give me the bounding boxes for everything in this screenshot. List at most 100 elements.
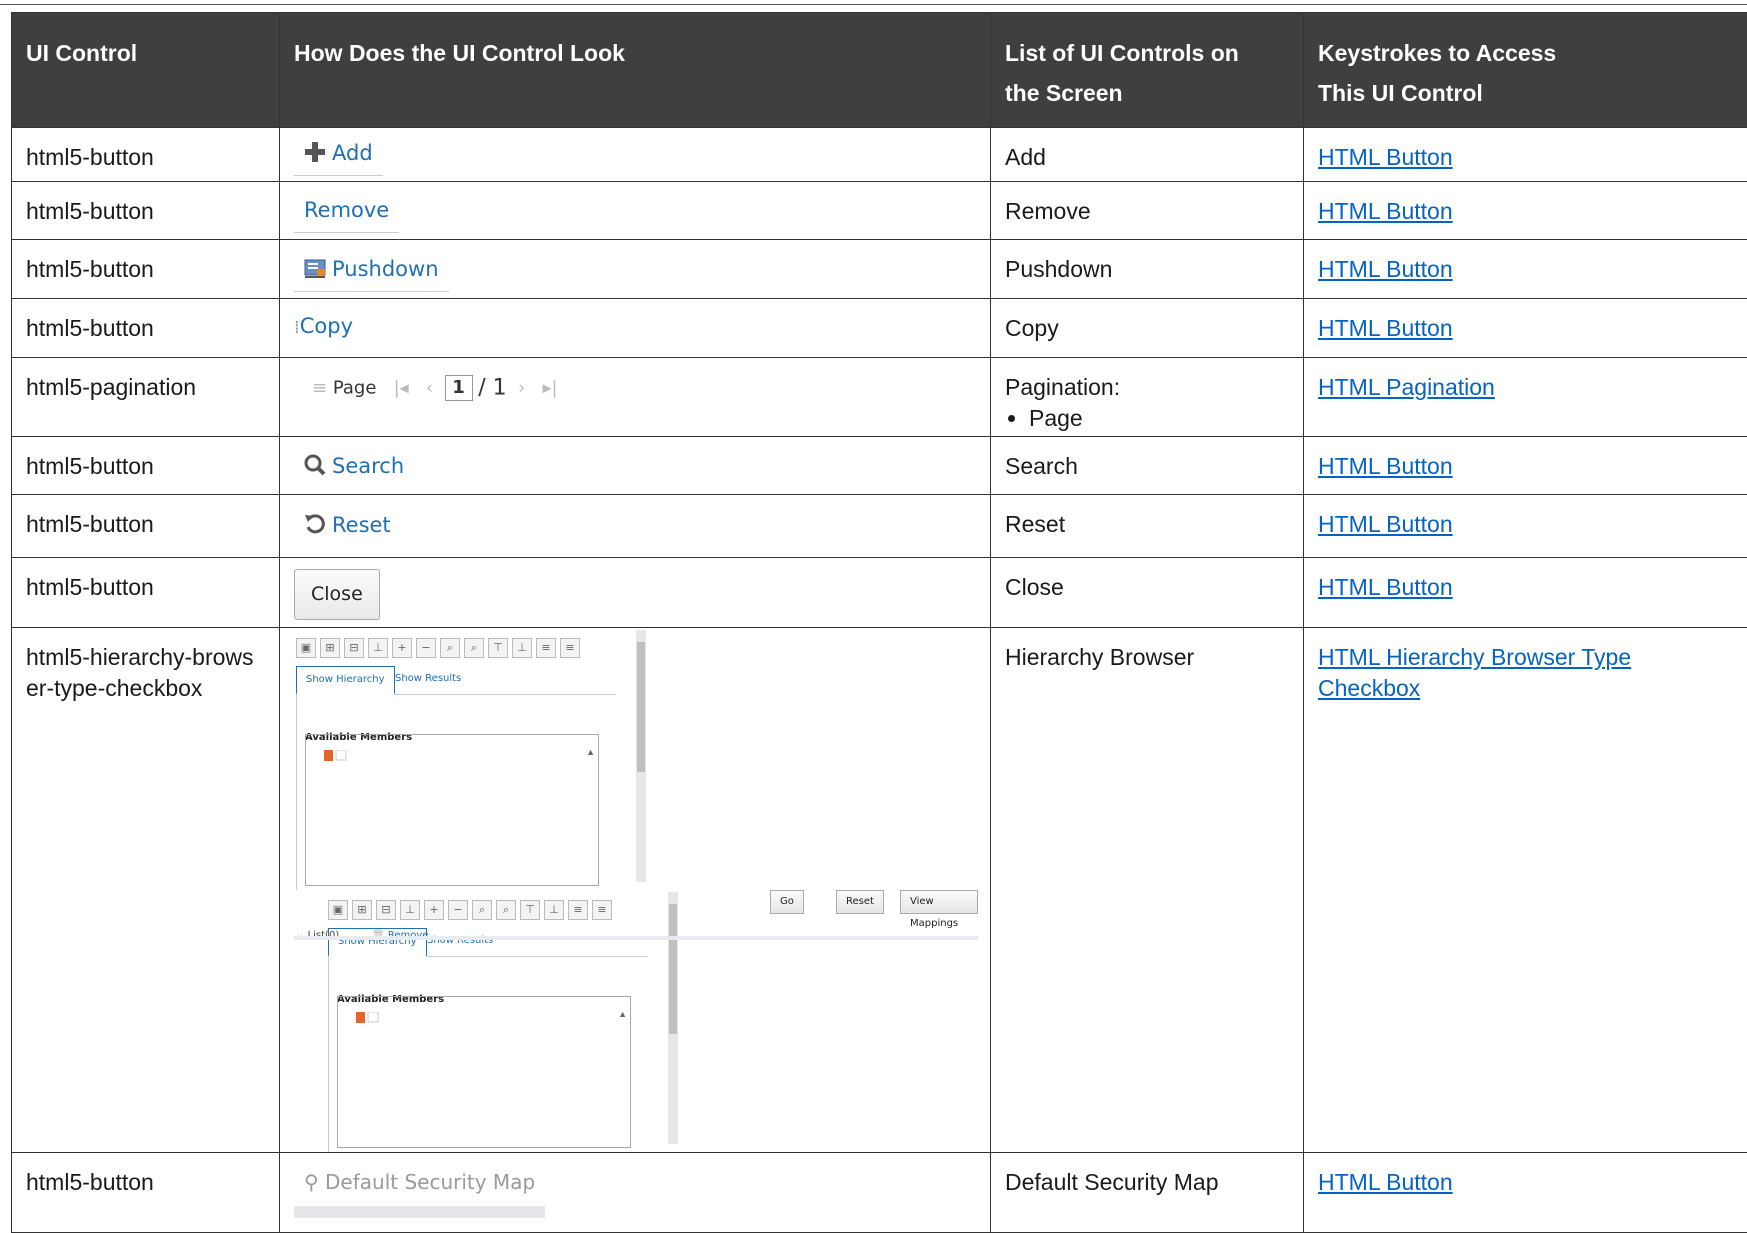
keys-cell: HTML Button — [1304, 558, 1747, 628]
list-cell: Remove — [991, 182, 1304, 240]
toolbar-hierarchy-icon[interactable]: ⊤ — [488, 638, 508, 658]
member-node[interactable] — [356, 1001, 380, 1032]
toolbar-find-icon[interactable]: ⌕ — [472, 900, 492, 920]
toolbar-find-icon[interactable]: ⌕ — [464, 638, 484, 658]
view-mappings-button[interactable]: View Mappings — [900, 890, 978, 914]
tab-show-results[interactable]: Show Results — [386, 666, 470, 692]
toolbar-doc-icon[interactable]: ▣ — [296, 638, 316, 658]
search-icon — [304, 454, 326, 476]
keys-cell: HTML Button — [1304, 299, 1747, 358]
toolbar-sort-icon[interactable]: ≡ — [560, 638, 580, 658]
toolbar-tree-icon[interactable]: ⊞ — [320, 638, 340, 658]
folder-icon — [356, 1012, 380, 1024]
last-page-icon[interactable]: ▸| — [542, 378, 557, 399]
reset-button[interactable]: Reset — [294, 508, 401, 547]
html-pagination-link[interactable]: HTML Pagination — [1318, 374, 1495, 400]
table-row: html5-button ⁞Copy Copy HTML Button — [12, 299, 1747, 358]
html-hierarchy-browser-link[interactable]: HTML Hierarchy Browser Type Checkbox — [1318, 644, 1631, 701]
pushdown-button[interactable]: Pushdown — [294, 252, 449, 292]
toolbar-sort-icon[interactable]: ≡ — [592, 900, 612, 920]
toolbar-chart-icon[interactable]: ⊥ — [368, 638, 388, 658]
hierarchy-browser-left: ▣⊞⊟⊥+−⌕⌕⊤⊥≡≡ Show Hierarchy Show Results… — [294, 628, 624, 890]
toolbar-find-icon[interactable]: ⌕ — [496, 900, 516, 920]
pagination: ≡ Page |◂ ‹ 1 / 1 › ▸| — [312, 372, 990, 404]
list-cell: Default Security Map — [991, 1153, 1304, 1233]
toolbar-find-icon[interactable]: ⌕ — [440, 638, 460, 658]
members-list[interactable]: ▲ — [337, 996, 631, 1148]
remove-button[interactable]: Remove — [294, 193, 399, 233]
control-cell: html5-button — [12, 299, 280, 358]
html-button-link[interactable]: HTML Button — [1318, 1169, 1453, 1195]
toolbar-expand-icon[interactable]: + — [424, 900, 444, 920]
list-table-header — [294, 936, 978, 940]
control-cell: html5-button — [12, 437, 280, 495]
look-cell: ⚲ Default Security Map — [280, 1153, 991, 1233]
default-security-map-button[interactable]: ⚲ Default Security Map — [294, 1163, 545, 1218]
ui-controls-table: UI Control How Does the UI Control Look … — [11, 12, 1747, 1233]
keys-cell: HTML Button — [1304, 240, 1747, 299]
search-button[interactable]: Search — [294, 449, 414, 488]
scroll-thumb[interactable] — [669, 904, 677, 1034]
page-menu-icon[interactable]: ≡ — [312, 378, 327, 399]
page-input[interactable]: 1 — [445, 375, 473, 401]
scroll-up-icon[interactable]: ▲ — [586, 737, 595, 768]
reset-icon — [304, 513, 326, 535]
toolbar-hierarchy-icon[interactable]: ⊤ — [520, 900, 540, 920]
toolbar-chart-icon[interactable]: ⊥ — [400, 900, 420, 920]
pagination-bullets: Page — [1005, 403, 1289, 434]
look-cell: Pushdown — [280, 240, 991, 299]
members-list[interactable]: ▲ — [305, 734, 599, 886]
control-cell: html5-button — [12, 182, 280, 240]
vertical-scrollbar[interactable] — [668, 892, 678, 1144]
member-node[interactable] — [324, 739, 348, 770]
close-button[interactable]: Close — [294, 569, 380, 620]
toolbar-tree-icon[interactable]: ⊟ — [376, 900, 396, 920]
toolbar-expand-icon[interactable]: + — [392, 638, 412, 658]
look-cell: ≡ Page |◂ ‹ 1 / 1 › ▸| — [280, 358, 991, 437]
first-page-icon[interactable]: |◂ — [394, 378, 409, 399]
table-row: html5-button Reset Reset HTML Button — [12, 495, 1747, 558]
default-security-map-label: Default Security Map — [325, 1170, 535, 1194]
html-button-link[interactable]: HTML Button — [1318, 511, 1453, 537]
search-label: Search — [332, 454, 404, 478]
toolbar-collapse-icon[interactable]: − — [416, 638, 436, 658]
html-button-link[interactable]: HTML Button — [1318, 315, 1453, 341]
copy-button[interactable]: ⁞Copy — [294, 311, 990, 343]
header-keys: Keystrokes to Access This UI Control — [1304, 13, 1747, 128]
tab-show-results[interactable]: Show Results — [418, 928, 502, 954]
control-cell: html5-button — [12, 1153, 280, 1233]
toolbar-hierarchy-icon[interactable]: ⊥ — [544, 900, 564, 920]
toolbar-collapse-icon[interactable]: − — [448, 900, 468, 920]
list-cell: Reset — [991, 495, 1304, 558]
toolbar-tree-icon[interactable]: ⊞ — [352, 900, 372, 920]
html-button-link[interactable]: HTML Button — [1318, 198, 1453, 224]
keys-cell: HTML Button — [1304, 437, 1747, 495]
go-button[interactable]: Go — [770, 890, 804, 914]
toolbar-sort-icon[interactable]: ≡ — [568, 900, 588, 920]
reset-mini-button[interactable]: Reset — [836, 890, 884, 914]
plus-icon — [304, 141, 326, 163]
next-page-icon[interactable]: › — [518, 378, 525, 399]
html-button-link[interactable]: HTML Button — [1318, 574, 1453, 600]
html-button-link[interactable]: HTML Button — [1318, 256, 1453, 282]
table-row: html5-button Remove Remove HTML Button — [12, 182, 1747, 240]
hierarchy-panel: Available Members ▲ — [296, 694, 601, 890]
control-cell: html5-button — [12, 128, 280, 182]
toolbar-hierarchy-icon[interactable]: ⊥ — [512, 638, 532, 658]
tab-show-hierarchy[interactable]: Show Hierarchy — [296, 666, 395, 695]
scroll-thumb[interactable] — [637, 642, 645, 772]
add-button[interactable]: Add — [294, 136, 383, 176]
look-cell: Add — [280, 128, 991, 182]
toolbar-doc-icon[interactable]: ▣ — [328, 900, 348, 920]
header-ui-control: UI Control — [12, 13, 280, 128]
table-row: html5-button Pushdown Pushdown HTML Butt… — [12, 240, 1747, 299]
pushdown-icon — [304, 259, 326, 279]
scroll-up-icon[interactable]: ▲ — [618, 999, 627, 1030]
add-label: Add — [332, 141, 373, 165]
vertical-scrollbar[interactable] — [636, 630, 646, 882]
prev-page-icon[interactable]: ‹ — [426, 378, 433, 399]
toolbar-sort-icon[interactable]: ≡ — [536, 638, 556, 658]
html-button-link[interactable]: HTML Button — [1318, 453, 1453, 479]
toolbar-tree-icon[interactable]: ⊟ — [344, 638, 364, 658]
html-button-link[interactable]: HTML Button — [1318, 144, 1453, 170]
